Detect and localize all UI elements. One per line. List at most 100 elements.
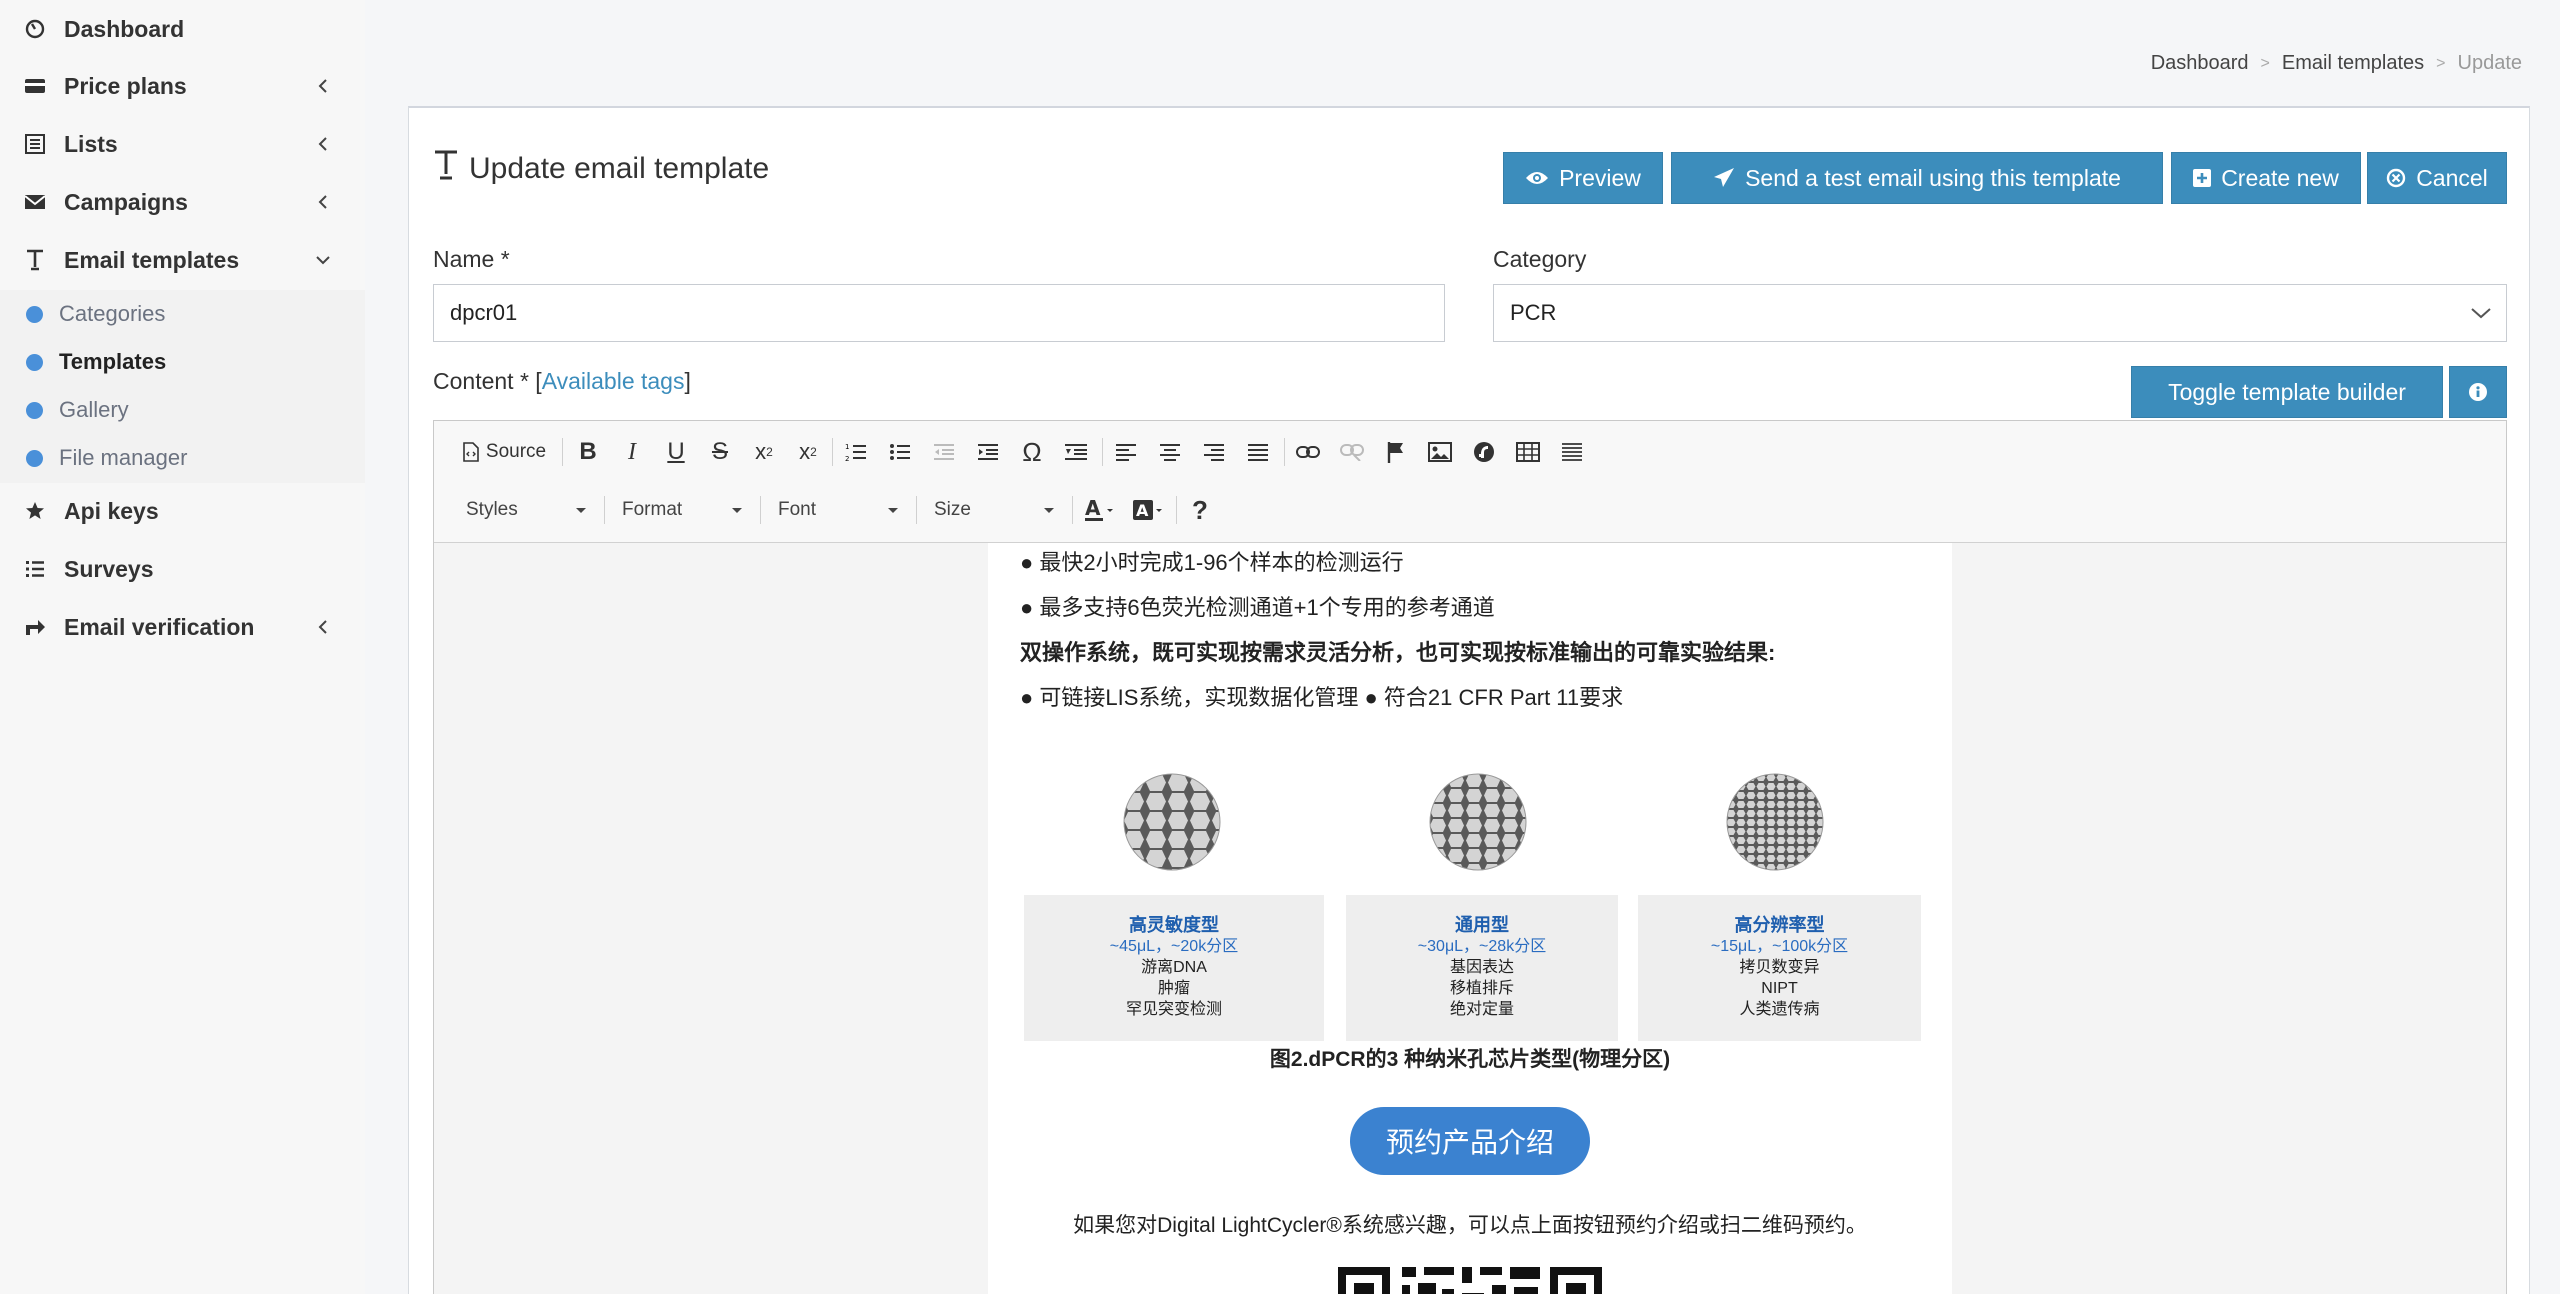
sidebar-item-label: Dashboard [64,15,185,42]
sidebar-item-dashboard[interactable]: Dashboard [0,0,365,58]
toggle-template-builder-button[interactable]: Toggle template builder [2131,366,2443,418]
text-color-button[interactable]: A [1078,493,1122,527]
sidebar-item-campaigns[interactable]: Campaigns [0,173,365,231]
align-right-icon [1204,444,1224,461]
horizontal-rule-icon [1562,443,1582,461]
circle-icon [26,449,43,467]
anchor-button[interactable] [1378,435,1414,469]
chip-image [1123,773,1221,871]
flag-icon [1387,442,1403,463]
breadcrumb-email-templates[interactable]: Email templates [2282,52,2424,75]
toolbar-separator [1072,496,1073,524]
indent-button[interactable] [970,435,1006,469]
chip-card: 通用型 ~30μL，~28k分区 基因表达 移植排斥 绝对定量 [1346,895,1618,1041]
numbered-list-button[interactable]: 12 [838,435,874,469]
image-button[interactable] [1422,435,1458,469]
font-dropdown[interactable]: Font [766,493,906,527]
sidebar-item-email-templates[interactable]: Email templates [0,231,365,289]
sidebar-item-label: Surveys [64,555,154,582]
outdent-icon [934,444,954,460]
bulleted-list-button[interactable] [882,435,918,469]
justify-button[interactable] [1240,435,1276,469]
sidebar-subitem-file-manager[interactable]: File manager [0,434,365,482]
background-color-button[interactable]: A [1126,493,1170,527]
sidebar-subitem-categories[interactable]: Categories [0,290,365,338]
breadcrumb-dashboard[interactable]: Dashboard [2151,52,2249,75]
figure-caption: 图2.dPCR的3 种纳米孔芯片类型(物理分区) [1269,1048,1671,1071]
link-button[interactable] [1290,435,1326,469]
sidebar-item-api-keys[interactable]: Api keys [0,482,365,540]
outdent-button[interactable] [926,435,962,469]
help-button[interactable]: ? [1182,493,1218,527]
send-test-email-button[interactable]: Send a test email using this template [1671,152,2163,204]
email-line: ● 最多支持6色荧光检测通道+1个专用的参考通道 [1020,595,1495,620]
italic-button[interactable]: I [614,435,650,469]
chip-image [1429,773,1527,871]
unlink-button[interactable] [1334,435,1370,469]
strikethrough-button[interactable]: S [702,435,738,469]
chevron-down-icon [2471,308,2491,319]
available-tags-link[interactable]: Available tags [542,368,685,394]
align-right-button[interactable] [1196,435,1232,469]
horizontal-rule-button[interactable] [1554,435,1590,469]
sidebar-item-label: Price plans [64,72,187,99]
svg-text:A: A [1085,498,1101,520]
category-select[interactable]: PCR [1493,284,2507,342]
times-circle-icon [2386,168,2406,188]
update-template-panel: Update email template Preview Send a tes… [408,106,2530,1294]
share-icon [24,616,46,638]
subscript-button[interactable]: x2 [746,435,782,469]
source-button[interactable]: Source [454,435,554,469]
page-title-text: Update email template [469,152,770,185]
content-label: Content * [Available tags] [433,368,691,394]
sidebar: Dashboard Price plans Lists Campaigns Em… [0,0,365,1294]
table-icon [1516,442,1540,462]
sidebar-item-price-plans[interactable]: Price plans [0,57,365,115]
chevron-left-icon [318,195,327,209]
name-input[interactable]: dpcr01 [433,284,1445,342]
info-circle-icon [2469,383,2487,401]
styles-dropdown[interactable]: Styles [454,493,594,527]
chevron-left-icon [318,79,327,93]
sidebar-item-lists[interactable]: Lists [0,115,365,173]
sidebar-subitem-label: File manager [59,445,188,470]
breadcrumb: Dashboard > Email templates > Update [2151,52,2522,75]
flash-icon [1474,442,1494,462]
cancel-button[interactable]: Cancel [2367,152,2507,204]
paper-plane-icon [1714,168,1735,187]
sidebar-subitem-gallery[interactable]: Gallery [0,386,365,434]
flash-button[interactable] [1466,435,1502,469]
size-dropdown[interactable]: Size [922,493,1062,527]
info-button[interactable] [2449,366,2507,418]
preview-button[interactable]: Preview [1503,152,1663,204]
text-color-icon: A [1085,498,1113,521]
sidebar-subitem-label: Templates [59,349,167,374]
superscript-button[interactable]: x2 [790,435,826,469]
svg-text:A: A [1136,501,1149,520]
sidebar-item-label: Email verification [64,613,255,640]
circle-icon [26,305,43,323]
list-ul-icon [24,558,46,580]
sidebar-subitem-templates[interactable]: Templates [0,338,365,386]
align-center-icon [1160,444,1180,461]
create-new-button[interactable]: Create new [2171,152,2361,204]
indent-icon [978,444,998,460]
sidebar-item-email-verification[interactable]: Email verification [0,598,365,656]
book-intro-button[interactable]: 预约产品介绍 [1350,1107,1590,1175]
sidebar-item-surveys[interactable]: Surveys [0,540,365,598]
bold-button[interactable]: B [570,435,606,469]
underline-button[interactable]: U [658,435,694,469]
toolbar-separator [562,438,563,466]
chip-image [1726,773,1824,871]
content-editor: Source B I U S x2 x2 12 Ω Styles Format … [433,420,2507,1294]
blockquote-button[interactable] [1058,435,1094,469]
special-character-button[interactable]: Ω [1014,435,1050,469]
chip-card: 高分辨率型 ~15μL，~100k分区 拷贝数变异 NIPT 人类遗传病 [1638,895,1921,1041]
table-button[interactable] [1510,435,1546,469]
align-left-button[interactable] [1108,435,1144,469]
align-center-button[interactable] [1152,435,1188,469]
toolbar-separator [1284,438,1285,466]
editor-content-area[interactable]: ● 最快2小时完成1-96个样本的检测运行 ● 最多支持6色荧光检测通道+1个专… [434,543,2506,1294]
format-dropdown[interactable]: Format [610,493,750,527]
plus-square-icon [2193,169,2212,187]
